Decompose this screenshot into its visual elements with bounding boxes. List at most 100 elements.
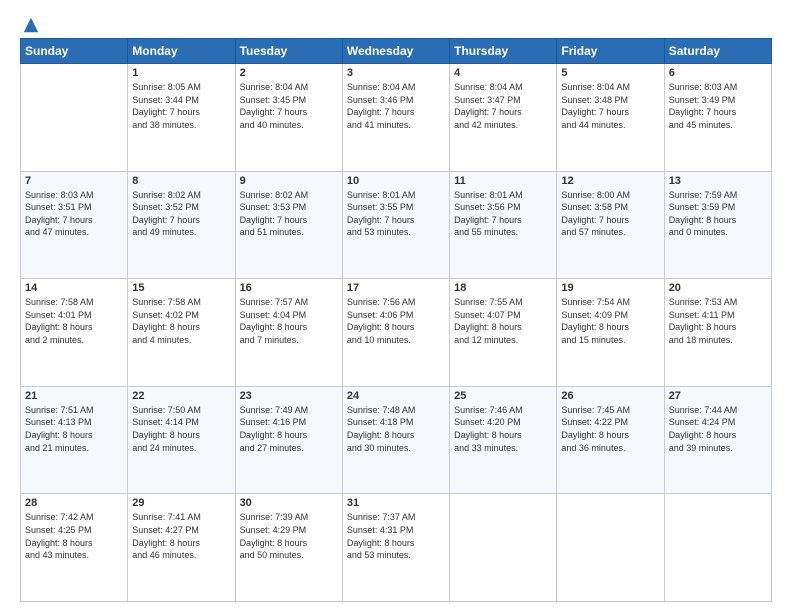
cell-info-line: Daylight: 8 hours — [454, 322, 522, 332]
day-number: 31 — [347, 497, 445, 509]
weekday-header-row: SundayMondayTuesdayWednesdayThursdayFrid… — [21, 39, 772, 64]
cell-info: Sunrise: 7:51 AMSunset: 4:13 PMDaylight:… — [25, 404, 123, 454]
cell-info-line: Sunset: 3:48 PM — [561, 95, 628, 105]
cell-info-line: Sunrise: 7:37 AM — [347, 512, 416, 522]
cell-info-line: and 42 minutes. — [454, 120, 518, 130]
cell-info-line: Daylight: 7 hours — [669, 107, 737, 117]
cell-info: Sunrise: 7:45 AMSunset: 4:22 PMDaylight:… — [561, 404, 659, 454]
cell-info: Sunrise: 7:42 AMSunset: 4:25 PMDaylight:… — [25, 511, 123, 561]
day-number: 29 — [132, 497, 230, 509]
cell-info-line: and 44 minutes. — [561, 120, 625, 130]
calendar-cell: 27Sunrise: 7:44 AMSunset: 4:24 PMDayligh… — [664, 386, 771, 494]
day-number: 24 — [347, 390, 445, 402]
cell-info-line: Sunrise: 7:39 AM — [240, 512, 309, 522]
calendar-cell: 16Sunrise: 7:57 AMSunset: 4:04 PMDayligh… — [235, 279, 342, 387]
calendar-cell: 9Sunrise: 8:02 AMSunset: 3:53 PMDaylight… — [235, 171, 342, 279]
cell-info-line: Daylight: 8 hours — [25, 322, 93, 332]
day-number: 1 — [132, 67, 230, 79]
cell-info-line: Sunset: 4:24 PM — [669, 417, 736, 427]
day-number: 10 — [347, 175, 445, 187]
cell-info-line: Daylight: 7 hours — [454, 107, 522, 117]
day-number: 21 — [25, 390, 123, 402]
calendar-cell: 6Sunrise: 8:03 AMSunset: 3:49 PMDaylight… — [664, 64, 771, 172]
calendar-cell: 20 Sunrise: 7:53 AMSunset: 4:11 PMDayligh… — [664, 279, 771, 387]
cell-info-line: and 53 minutes. — [347, 550, 411, 560]
cell-info-line: and 10 minutes. — [347, 335, 411, 345]
cell-info: Sunrise: 8:01 AMSunset: 3:55 PMDaylight:… — [347, 189, 445, 239]
cell-info: Sunrise: 7:55 AM Sunset: 4:07 PM Daylight:… — [454, 296, 552, 346]
cell-info-line: and 51 minutes. — [240, 227, 304, 237]
calendar-table: SundayMondayTuesdayWednesdayThursdayFrid… — [20, 38, 772, 602]
cell-info-line: Sunrise: 8:02 AM — [132, 190, 201, 200]
weekday-header-wednesday: Wednesday — [342, 39, 449, 64]
day-number: 3 — [347, 67, 445, 79]
cell-info-line: Daylight: 8 hours — [25, 430, 93, 440]
cell-info: Sunrise: 7:46 AM Sunset: 4:20 PM Daylight:… — [454, 404, 552, 454]
cell-info-line: Daylight: 7 hours — [25, 215, 93, 225]
calendar-cell: 23Sunrise: 7:49 AMSunset: 4:16 PMDayligh… — [235, 386, 342, 494]
logo-icon — [22, 16, 40, 34]
cell-info-line: Sunrise: 7:55 AM — [454, 297, 523, 307]
calendar-week-row: 1 Sunrise: 8:05 AMSunset: 3:44 PMDaylight… — [21, 64, 772, 172]
cell-info-line: Sunrise: 8:05 AM — [132, 82, 201, 92]
calendar-cell: 26 Sunrise: 7:45 AMSunset: 4:22 PMDayligh… — [557, 386, 664, 494]
cell-info-line: Sunset: 4:31 PM — [347, 525, 414, 535]
calendar-cell: 30Sunrise: 7:39 AMSunset: 4:29 PMDayligh… — [235, 494, 342, 602]
cell-info: Sunrise: 7:58 AMSunset: 4:02 PMDaylight:… — [132, 296, 230, 346]
cell-info-line: Sunrise: 8:03 AM — [669, 82, 738, 92]
calendar-cell: 21 Sunrise: 7:51 AMSunset: 4:13 PMDayligh… — [21, 386, 128, 494]
cell-info-line: Sunset: 4:14 PM — [132, 417, 199, 427]
calendar-cell: 12Sunrise: 8:00 AMSunset: 3:58 PMDayligh… — [557, 171, 664, 279]
day-number: 26 — [561, 390, 659, 402]
cell-info-line: Sunrise: 7:50 AM — [132, 405, 201, 415]
calendar-cell: 10 Sunrise: 8:01 AMSunset: 3:55 PMDayligh… — [342, 171, 449, 279]
cell-info-line: Sunrise: 8:01 AM — [454, 190, 523, 200]
calendar-week-row: 14Sunrise: 7:58 AMSunset: 4:01 PMDayligh… — [21, 279, 772, 387]
cell-info-line: and 2 minutes. — [25, 335, 84, 345]
weekday-header-saturday: Saturday — [664, 39, 771, 64]
cell-info-line: and 43 minutes. — [25, 550, 89, 560]
cell-info-line: Daylight: 7 hours — [561, 215, 629, 225]
calendar-cell: 4Sunrise: 8:04 AMSunset: 3:47 PMDaylight… — [450, 64, 557, 172]
cell-info-line: Daylight: 8 hours — [132, 430, 200, 440]
day-number: 7 — [25, 175, 123, 187]
cell-info-line: Sunrise: 7:46 AM — [454, 405, 523, 415]
day-number: 27 — [669, 390, 767, 402]
cell-info-line: Sunrise: 8:04 AM — [347, 82, 416, 92]
weekday-header-sunday: Sunday — [21, 39, 128, 64]
cell-info-line: Sunrise: 7:44 AM — [669, 405, 738, 415]
day-number: 11 — [454, 175, 552, 187]
day-number: 13 — [669, 175, 767, 187]
cell-info-line: and 46 minutes. — [132, 550, 196, 560]
cell-info-line: and 30 minutes. — [347, 443, 411, 453]
day-number: 4 — [454, 67, 552, 79]
cell-info-line: Daylight: 7 hours — [240, 215, 308, 225]
day-number: 20 — [669, 282, 767, 294]
cell-info: Sunrise: 7:53 AMSunset: 4:11 PMDaylight:… — [669, 296, 767, 346]
cell-info-line: Daylight: 8 hours — [132, 538, 200, 548]
cell-info-line: Sunrise: 7:58 AM — [132, 297, 201, 307]
cell-info-line: Daylight: 8 hours — [454, 430, 522, 440]
cell-info-line: Sunset: 4:18 PM — [347, 417, 414, 427]
cell-info-line: Sunset: 3:56 PM — [454, 202, 521, 212]
cell-info-line: Daylight: 8 hours — [669, 322, 737, 332]
cell-info-line: Sunset: 4:20 PM — [454, 417, 521, 427]
cell-info-line: Sunset: 4:27 PM — [132, 525, 199, 535]
calendar-cell: 1 Sunrise: 8:05 AMSunset: 3:44 PMDaylight… — [128, 64, 235, 172]
cell-info-line: and 53 minutes. — [347, 227, 411, 237]
cell-info-line: Sunrise: 7:49 AM — [240, 405, 309, 415]
cell-info: Sunrise: 8:05 AMSunset: 3:44 PMDaylight:… — [132, 81, 230, 131]
cell-info-line: and 24 minutes. — [132, 443, 196, 453]
day-number: 19 — [561, 282, 659, 294]
day-number: 5 — [561, 67, 659, 79]
cell-info: Sunrise: 8:02 AMSunset: 3:52 PMDaylight:… — [132, 189, 230, 239]
weekday-header-tuesday: Tuesday — [235, 39, 342, 64]
cell-info-line: Sunset: 4:07 PM — [454, 310, 521, 320]
cell-info-line: Daylight: 8 hours — [347, 538, 415, 548]
calendar-cell: 5Sunrise: 8:04 AMSunset: 3:48 PMDaylight… — [557, 64, 664, 172]
day-number: 2 — [240, 67, 338, 79]
cell-info-line: Sunrise: 7:48 AM — [347, 405, 416, 415]
cell-info: Sunrise: 7:39 AMSunset: 4:29 PMDaylight:… — [240, 511, 338, 561]
cell-info-line: Sunrise: 7:56 AM — [347, 297, 416, 307]
cell-info: Sunrise: 7:50 AM Sunset: 4:14 PM Daylight:… — [132, 404, 230, 454]
